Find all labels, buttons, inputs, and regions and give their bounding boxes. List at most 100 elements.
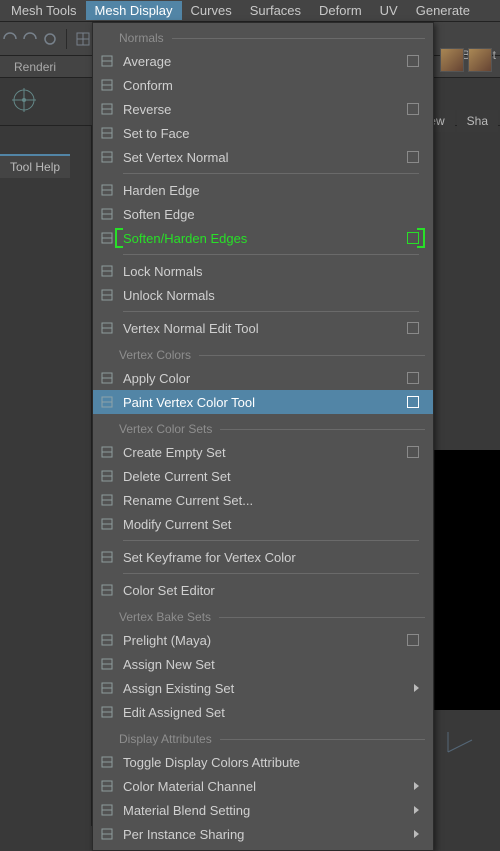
menu-item-material-blend-setting[interactable]: Material Blend Setting — [93, 798, 433, 822]
option-box-icon[interactable] — [407, 232, 419, 244]
menu-bar: Mesh ToolsMesh DisplayCurvesSurfacesDefo… — [0, 0, 500, 22]
menu-item-create-empty-set[interactable]: Create Empty Set — [93, 440, 433, 464]
grid-icon[interactable] — [75, 31, 91, 47]
shelf-tab[interactable]: Renderi — [2, 60, 68, 74]
menu-item-average[interactable]: Average — [93, 49, 433, 73]
menu-item-reverse[interactable]: Reverse — [93, 97, 433, 121]
menu-item-assign-existing-set[interactable]: Assign Existing Set — [93, 676, 433, 700]
menu-item-color-set-editor[interactable]: Color Set Editor — [93, 578, 433, 602]
pis-icon — [97, 824, 117, 844]
menu-item-vertex-normal-edit-tool[interactable]: Vertex Normal Edit Tool — [93, 316, 433, 340]
redo-arc-icon[interactable] — [22, 31, 38, 47]
shelf-right-icons — [436, 44, 500, 108]
menu-item-label: Apply Color — [123, 371, 407, 386]
submenu-arrow-icon — [414, 782, 419, 790]
menu-item-per-instance-sharing[interactable]: Per Instance Sharing — [93, 822, 433, 846]
viewport-tab[interactable]: Sha — [457, 110, 498, 132]
menu-mesh-tools[interactable]: Mesh Tools — [2, 1, 86, 20]
option-box-icon[interactable] — [407, 151, 419, 163]
eas-icon — [97, 702, 117, 722]
undo-arc-icon[interactable] — [2, 31, 18, 47]
submenu-arrow-icon — [414, 684, 419, 692]
menu-item-prelight-maya[interactable]: Prelight (Maya) — [93, 628, 433, 652]
menu-item-delete-current-set[interactable]: Delete Current Set — [93, 464, 433, 488]
mesh-display-menu: NormalsAverageConformReverseSet to FaceS… — [92, 22, 434, 851]
menu-section-label: Vertex Color Sets — [93, 414, 433, 440]
left-panel: Tool Help — [0, 126, 92, 826]
menu-item-label: Soften Edge — [123, 207, 407, 222]
menu-item-label: Reverse — [123, 102, 407, 117]
submenu-arrow-icon — [414, 806, 419, 814]
un-icon — [97, 285, 117, 305]
menu-item-label: Modify Current Set — [123, 517, 407, 532]
menu-surfaces[interactable]: Surfaces — [241, 1, 310, 20]
rev-icon — [97, 99, 117, 119]
menu-item-label: Material Blend Setting — [123, 803, 414, 818]
menu-item-unlock-normals[interactable]: Unlock Normals — [93, 283, 433, 307]
skvc-icon — [97, 547, 117, 567]
menu-item-label: Assign Existing Set — [123, 681, 414, 696]
menu-item-label: Edit Assigned Set — [123, 705, 407, 720]
shelf-icon[interactable] — [468, 48, 492, 72]
menu-item-label: Per Instance Sharing — [123, 827, 414, 842]
option-box-icon[interactable] — [407, 55, 419, 67]
menu-item-label: Harden Edge — [123, 183, 407, 198]
menu-item-conform[interactable]: Conform — [93, 73, 433, 97]
menu-item-label: Set Keyframe for Vertex Color — [123, 550, 407, 565]
option-box-icon[interactable] — [407, 372, 419, 384]
menu-section-label: Vertex Bake Sets — [93, 602, 433, 628]
circle-icon[interactable] — [42, 31, 58, 47]
menu-divider — [123, 573, 419, 574]
option-box-icon[interactable] — [407, 446, 419, 458]
mbs-icon — [97, 800, 117, 820]
viewport[interactable] — [434, 450, 500, 710]
viewport-axis-icon — [440, 720, 480, 760]
menu-item-label: Color Set Editor — [123, 583, 407, 598]
menu-item-label: Assign New Set — [123, 657, 407, 672]
menu-item-edit-assigned-set[interactable]: Edit Assigned Set — [93, 700, 433, 724]
mcs-icon — [97, 514, 117, 534]
menu-uv[interactable]: UV — [371, 1, 407, 20]
menu-item-harden-edge[interactable]: Harden Edge — [93, 178, 433, 202]
menu-item-toggle-display-colors-attribute[interactable]: Toggle Display Colors Attribute — [93, 750, 433, 774]
menu-item-soften-harden-edges[interactable]: Soften/Harden Edges — [93, 226, 433, 250]
ln-icon — [97, 261, 117, 281]
ces-icon — [97, 442, 117, 462]
vnet-icon — [97, 318, 117, 338]
menu-item-assign-new-set[interactable]: Assign New Set — [93, 652, 433, 676]
menu-item-label: Set to Face — [123, 126, 407, 141]
tool-help-tab[interactable]: Tool Help — [0, 154, 70, 178]
aes-icon — [97, 678, 117, 698]
plm-icon — [97, 630, 117, 650]
option-box-icon[interactable] — [407, 396, 419, 408]
menu-curves[interactable]: Curves — [182, 1, 241, 20]
menu-item-apply-color[interactable]: Apply Color — [93, 366, 433, 390]
menu-item-set-to-face[interactable]: Set to Face — [93, 121, 433, 145]
menu-item-rename-current-set[interactable]: Rename Current Set... — [93, 488, 433, 512]
dcs-icon — [97, 466, 117, 486]
ac-icon — [97, 368, 117, 388]
menu-divider — [123, 540, 419, 541]
menu-item-set-vertex-normal[interactable]: Set Vertex Normal — [93, 145, 433, 169]
menu-item-paint-vertex-color-tool[interactable]: Paint Vertex Color Tool — [93, 390, 433, 414]
menu-mesh-display[interactable]: Mesh Display — [86, 1, 182, 20]
option-box-icon[interactable] — [407, 103, 419, 115]
submenu-arrow-icon — [414, 830, 419, 838]
menu-item-label: Prelight (Maya) — [123, 633, 407, 648]
menu-item-modify-current-set[interactable]: Modify Current Set — [93, 512, 433, 536]
menu-item-color-material-channel[interactable]: Color Material Channel — [93, 774, 433, 798]
tdca-icon — [97, 752, 117, 772]
menu-item-soften-edge[interactable]: Soften Edge — [93, 202, 433, 226]
menu-deform[interactable]: Deform — [310, 1, 371, 20]
menu-item-label: Create Empty Set — [123, 445, 407, 460]
shelf-icon[interactable] — [440, 48, 464, 72]
menu-item-label: Lock Normals — [123, 264, 407, 279]
option-box-icon[interactable] — [407, 322, 419, 334]
shelf-nav-icon[interactable] — [0, 78, 48, 122]
option-box-icon[interactable] — [407, 634, 419, 646]
menu-item-set-keyframe-for-vertex-color[interactable]: Set Keyframe for Vertex Color — [93, 545, 433, 569]
cmc-icon — [97, 776, 117, 796]
menu-item-label: Vertex Normal Edit Tool — [123, 321, 407, 336]
menu-generate[interactable]: Generate — [407, 1, 479, 20]
menu-item-lock-normals[interactable]: Lock Normals — [93, 259, 433, 283]
